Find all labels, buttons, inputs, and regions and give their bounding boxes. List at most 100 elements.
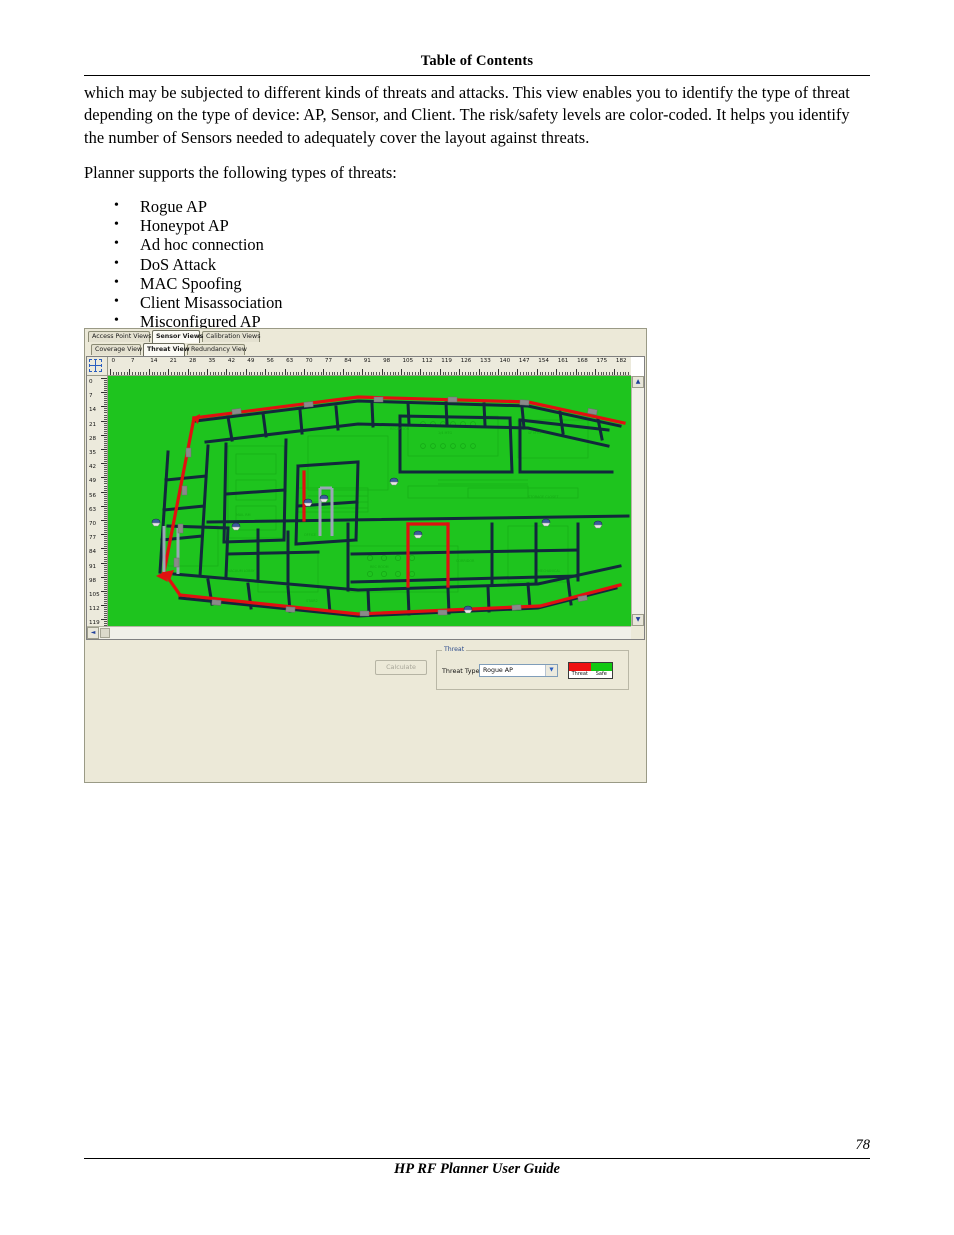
ruler-h-tick bbox=[265, 369, 267, 375]
ruler-h-tick-minor bbox=[121, 372, 123, 375]
primary-tab-bar: Access Point Views Sensor Views Calibrat… bbox=[85, 330, 646, 343]
ruler-v-tick-minor bbox=[104, 552, 107, 554]
bullet-icon: • bbox=[114, 255, 119, 271]
threat-safe-legend: Threat Safe bbox=[568, 662, 613, 679]
ruler-h-tick-minor bbox=[115, 372, 117, 375]
ruler-h-label: 14 bbox=[150, 358, 158, 364]
ruler-h-tick-minor bbox=[417, 372, 419, 375]
ruler-v-tick-minor bbox=[104, 459, 107, 461]
threat-type-dropdown[interactable]: Rogue AP ▼ bbox=[479, 664, 558, 677]
ruler-h-tick-minor bbox=[525, 372, 527, 375]
floor-plan-threat-map[interactable]: RECEPTION 1/4 MTG SF MTG STORAGE CLOSET … bbox=[108, 376, 631, 626]
list-item: • Rogue AP bbox=[84, 197, 870, 216]
tab-sensor-views[interactable]: Sensor Views bbox=[152, 330, 203, 343]
ruler-h-tick-minor bbox=[550, 372, 552, 375]
ruler-v-tick bbox=[101, 406, 107, 408]
ruler-v-tick-minor bbox=[104, 580, 107, 582]
scroll-up-icon[interactable]: ▲ bbox=[632, 376, 644, 388]
ruler-v-tick-minor bbox=[104, 554, 107, 556]
ruler-h-tick bbox=[342, 369, 344, 375]
floor-plan-svg: RECEPTION 1/4 MTG SF MTG STORAGE CLOSET … bbox=[108, 376, 631, 626]
ruler-v-tick bbox=[101, 420, 107, 422]
tab-threat-view[interactable]: Threat View bbox=[143, 343, 190, 356]
calculate-button[interactable]: Calculate bbox=[375, 660, 427, 675]
ruler-h-tick-minor bbox=[581, 372, 583, 375]
ruler-h-tick-minor bbox=[450, 372, 452, 375]
svg-text:STORAGE CLOSET: STORAGE CLOSET bbox=[528, 495, 559, 499]
ruler-h-tick-minor bbox=[315, 372, 317, 375]
ruler-v-tick-minor bbox=[104, 536, 107, 538]
svg-text:1/4 MTG: 1/4 MTG bbox=[438, 431, 453, 435]
ruler-h-tick-minor bbox=[431, 372, 433, 375]
ruler-h-tick bbox=[245, 369, 247, 375]
ruler-h-tick-minor bbox=[489, 372, 491, 375]
ruler-h-tick-minor bbox=[190, 372, 192, 375]
tab-access-point-views[interactable]: Access Point Views bbox=[88, 331, 151, 342]
tab-calibration-views[interactable]: Calibration Views bbox=[202, 331, 261, 342]
paragraph-list-lead: Planner supports the following types of … bbox=[84, 162, 397, 182]
scroll-down-icon[interactable]: ▼ bbox=[632, 614, 644, 626]
ruler-h-tick-minor bbox=[340, 372, 342, 375]
ruler-v-tick-minor bbox=[104, 503, 107, 505]
ruler-v-tick-minor bbox=[104, 597, 107, 599]
ruler-h-tick-minor bbox=[359, 372, 361, 375]
ruler-h-tick-minor bbox=[220, 372, 222, 375]
ruler-h-label: 168 bbox=[577, 358, 588, 364]
ruler-h-tick-minor bbox=[619, 372, 621, 375]
ruler-h-tick-minor bbox=[561, 372, 563, 375]
ruler-h-tick-minor bbox=[243, 372, 245, 375]
ruler-h-tick-minor bbox=[248, 372, 250, 375]
ruler-v-tick-minor bbox=[104, 457, 107, 459]
ruler-v-tick-minor bbox=[104, 544, 107, 546]
ruler-h-tick-minor bbox=[592, 372, 594, 375]
ruler-v-tick bbox=[101, 605, 107, 607]
ruler-h-tick-minor bbox=[326, 372, 328, 375]
ruler-v-label: 84 bbox=[89, 549, 97, 556]
ruler-h-tick-minor bbox=[473, 372, 475, 375]
ruler-h-tick-minor bbox=[456, 372, 458, 375]
ruler-h-tick-minor bbox=[334, 372, 336, 375]
ruler-h-label: 140 bbox=[499, 358, 511, 364]
canvas-horizontal-scrollbar[interactable]: ◄ bbox=[87, 626, 631, 639]
ruler-v-tick bbox=[101, 591, 107, 592]
ruler-h-tick-minor bbox=[389, 372, 391, 375]
scroll-thumb[interactable] bbox=[100, 628, 110, 638]
ruler-v-tick-minor bbox=[104, 473, 107, 475]
ruler-v-tick bbox=[101, 562, 107, 564]
ruler-h-tick-minor bbox=[445, 372, 447, 375]
tab-coverage-view[interactable]: Coverage View bbox=[91, 344, 142, 355]
canvas-vertical-scrollbar[interactable]: ▲ ▼ bbox=[631, 376, 644, 626]
ruler-v-tick-minor bbox=[104, 414, 107, 416]
ruler-h-tick-minor bbox=[240, 372, 242, 375]
document-body: which may be subjected to different kind… bbox=[84, 82, 870, 350]
ruler-v-label: 112 bbox=[89, 606, 100, 613]
tab-redundancy-view[interactable]: Redundancy View bbox=[187, 344, 247, 355]
ruler-v-tick-minor bbox=[104, 530, 107, 532]
ruler-h-tick-minor bbox=[453, 372, 455, 375]
chevron-down-icon[interactable]: ▼ bbox=[545, 665, 557, 676]
ruler-h-tick-minor bbox=[503, 372, 505, 375]
ruler-corner-grid-icon[interactable] bbox=[87, 357, 108, 376]
ruler-v-tick-minor bbox=[104, 461, 107, 463]
ruler-h-tick bbox=[498, 369, 499, 375]
ruler-h-tick-minor bbox=[370, 372, 372, 375]
ruler-h-tick bbox=[575, 369, 577, 375]
ruler-h-tick-minor bbox=[500, 372, 502, 375]
bullet-icon: • bbox=[114, 198, 119, 214]
ruler-h-tick-minor bbox=[173, 372, 175, 375]
ruler-h-tick-minor bbox=[423, 372, 425, 375]
ruler-h-tick-minor bbox=[603, 372, 605, 375]
ruler-h-label: 126 bbox=[460, 358, 472, 364]
ruler-v-tick-minor bbox=[104, 432, 107, 434]
list-item-label: Rogue AP bbox=[140, 197, 207, 217]
ruler-v-tick-minor bbox=[104, 501, 107, 503]
ruler-h-tick-minor bbox=[195, 372, 197, 375]
ruler-v-tick-minor bbox=[104, 558, 107, 560]
ruler-h-tick-minor bbox=[287, 372, 289, 375]
ruler-h-tick-minor bbox=[254, 372, 256, 375]
scroll-left-icon[interactable]: ◄ bbox=[87, 627, 99, 639]
ruler-v-label: 21 bbox=[89, 421, 97, 428]
ruler-h-tick-minor bbox=[146, 372, 148, 375]
ruler-h-tick-minor bbox=[589, 372, 591, 375]
ruler-h-tick bbox=[129, 369, 131, 375]
